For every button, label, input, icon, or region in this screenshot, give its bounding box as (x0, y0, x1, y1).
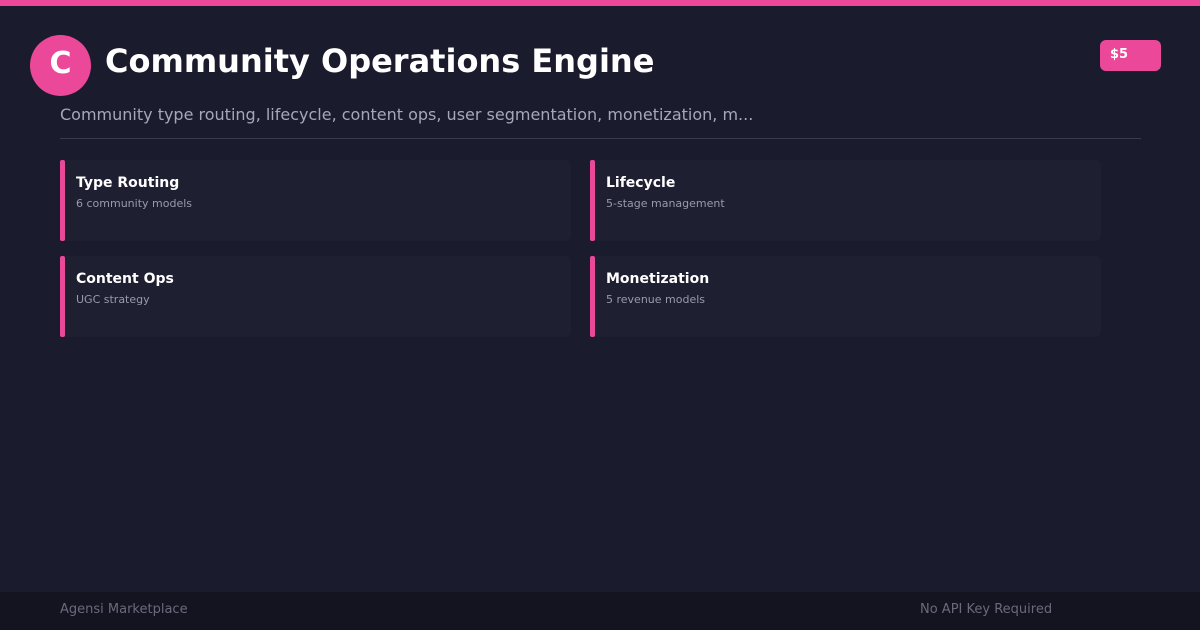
footer-marketplace-label: Agensi Marketplace (60, 602, 188, 617)
header-divider (60, 138, 1141, 139)
feature-card-title: Monetization (606, 271, 710, 287)
card-accent-bar (60, 160, 65, 241)
feature-card-title: Type Routing (76, 175, 180, 191)
top-accent-bar (0, 0, 1200, 6)
feature-card-description: 5-stage management (606, 197, 725, 210)
feature-card-title: Content Ops (76, 271, 174, 287)
feature-card-content-ops[interactable]: Content Ops UGC strategy (60, 256, 571, 337)
price-badge[interactable]: $5 (1100, 40, 1161, 71)
feature-card-description: 5 revenue models (606, 293, 706, 306)
card-accent-bar (590, 256, 595, 337)
card-accent-bar (590, 160, 595, 241)
feature-card-description: 6 community models (76, 197, 193, 210)
footer-bar: Agensi Marketplace No API Key Required (0, 592, 1200, 630)
feature-card-monetization[interactable]: Monetization 5 revenue models (590, 256, 1101, 337)
footer-api-key-note: No API Key Required (920, 602, 1053, 617)
feature-card-type-routing[interactable]: Type Routing 6 community models (60, 160, 571, 241)
feature-card-lifecycle[interactable]: Lifecycle 5-stage management (590, 160, 1101, 241)
card-accent-bar (60, 256, 65, 337)
feature-card-title: Lifecycle (606, 175, 676, 191)
page-title: Community Operations Engine (105, 42, 655, 80)
page-subtitle: Community type routing, lifecycle, conte… (60, 105, 754, 124)
feature-card-description: UGC strategy (76, 293, 150, 306)
app-logo-avatar: C (30, 35, 91, 96)
